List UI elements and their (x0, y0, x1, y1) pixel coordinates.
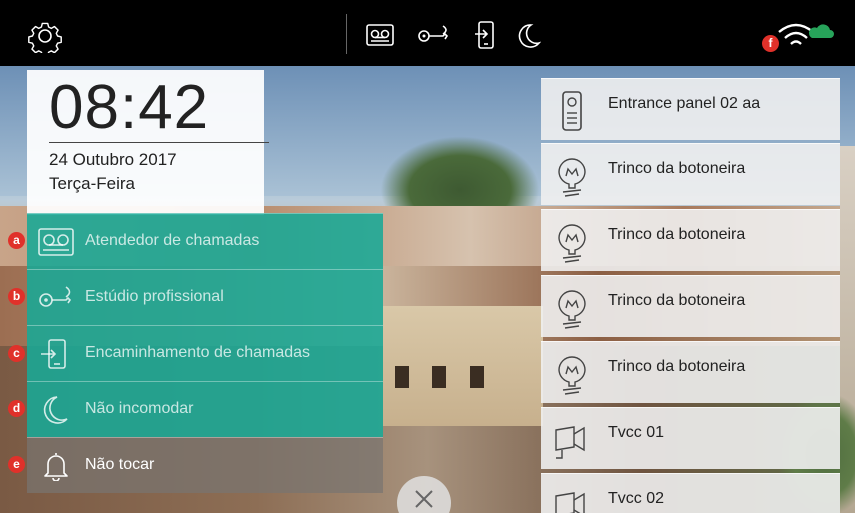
device-item-cctv[interactable]: Tvcc 01 (541, 407, 840, 469)
menu-item-silent[interactable]: Não tocar (27, 437, 383, 493)
device-item-lock-release[interactable]: Trinco da botoneira (541, 209, 840, 271)
menu-item-label: Atendedor de chamadas (85, 232, 260, 249)
close-icon (415, 490, 433, 508)
menu-item-professional-studio[interactable]: Estúdio profissional (27, 269, 383, 325)
device-label: Trinco da botoneira (608, 226, 746, 243)
clock-panel: 08:42 24 Outubro 2017 Terça-Feira (27, 70, 269, 215)
device-item-lock-release[interactable]: Trinco da botoneira (541, 275, 840, 337)
lock-release-icon (558, 356, 586, 395)
voicemail-icon (38, 228, 74, 256)
lock-release-icon (558, 290, 586, 329)
menu-item-do-not-disturb[interactable]: Não incomodar (27, 381, 383, 437)
clock-divider (49, 142, 269, 143)
menu-badge: d (8, 400, 25, 417)
cctv-camera-icon (555, 426, 585, 459)
lock-release-icon (558, 158, 586, 197)
device-label: Trinco da botoneira (608, 358, 746, 375)
menu-item-label: Encaminhamento de chamadas (85, 344, 311, 361)
device-label: Trinco da botoneira (608, 160, 746, 177)
device-label: Entrance panel 02 aa (608, 95, 761, 112)
menu-item-label: Estúdio profissional (85, 288, 224, 305)
forward-icon (41, 339, 66, 369)
clock-weekday: Terça-Feira (49, 174, 135, 193)
cloud-icon (808, 24, 834, 38)
moon-icon (43, 396, 68, 424)
device-item-lock-release[interactable]: Trinco da botoneira (541, 341, 840, 403)
menu-badge: a (8, 232, 25, 249)
menu-item-call-forwarding[interactable]: Encaminhamento de chamadas (27, 325, 383, 381)
gear-icon[interactable] (28, 19, 62, 53)
key-icon[interactable] (416, 24, 452, 46)
device-label: Tvcc 01 (608, 424, 665, 441)
device-label: Trinco da botoneira (608, 292, 746, 309)
cctv-camera-icon (555, 492, 585, 513)
menu-item-label: Não tocar (85, 456, 155, 473)
bell-icon (44, 453, 68, 481)
device-label: Tvcc 02 (608, 490, 665, 507)
wifi-badge: f (762, 35, 779, 52)
menu-item-label: Não incomodar (85, 400, 194, 417)
menu-badge: c (8, 345, 25, 362)
status-bar: f (0, 0, 855, 66)
topbar-divider (346, 14, 347, 54)
moon-icon[interactable] (517, 23, 541, 49)
clock-time: 08:42 (49, 73, 210, 142)
device-item-cctv[interactable]: Tvcc 02 (541, 473, 840, 513)
device-item-entrance-panel[interactable]: Entrance panel 02 aa (541, 78, 840, 140)
voicemail-icon[interactable] (366, 24, 394, 46)
forward-icon[interactable] (474, 21, 496, 49)
lock-release-icon (558, 224, 586, 263)
entrance-panel-icon (562, 91, 582, 131)
device-item-lock-release[interactable]: Trinco da botoneira (541, 143, 840, 205)
menu-item-voicemail[interactable]: Atendedor de chamadas (27, 213, 383, 269)
clock-date: 24 Outubro 2017 (49, 150, 177, 169)
key-icon (39, 286, 72, 307)
menu-badge: e (8, 456, 25, 473)
menu-badge: b (8, 288, 25, 305)
